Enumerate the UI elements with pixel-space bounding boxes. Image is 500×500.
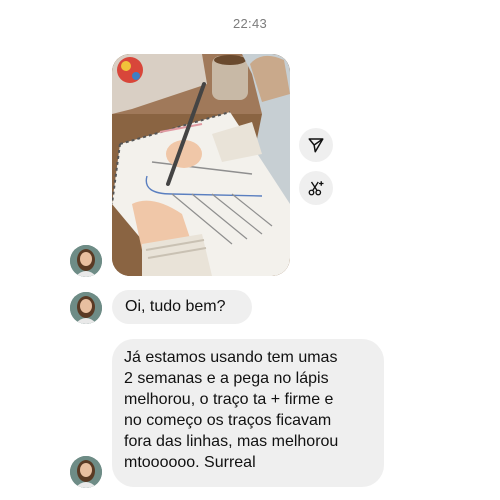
photo-message[interactable] <box>112 54 290 276</box>
avatar[interactable] <box>70 245 102 277</box>
chat-timestamp: 22:43 <box>232 16 268 31</box>
cutout-button[interactable] <box>299 171 333 205</box>
share-button[interactable] <box>299 128 333 162</box>
avatar-image <box>70 456 102 488</box>
avatar[interactable] <box>70 292 102 324</box>
avatar[interactable] <box>70 456 102 488</box>
avatar-image <box>70 245 102 277</box>
photo-image <box>112 54 290 276</box>
avatar-image <box>70 292 102 324</box>
send-icon <box>308 138 324 153</box>
message-bubble[interactable]: Já estamos usando tem umas 2 semanas e a… <box>112 339 384 487</box>
scissors-sparkle-icon <box>308 181 324 196</box>
message-bubble[interactable]: Oi, tudo bem? <box>112 290 252 324</box>
